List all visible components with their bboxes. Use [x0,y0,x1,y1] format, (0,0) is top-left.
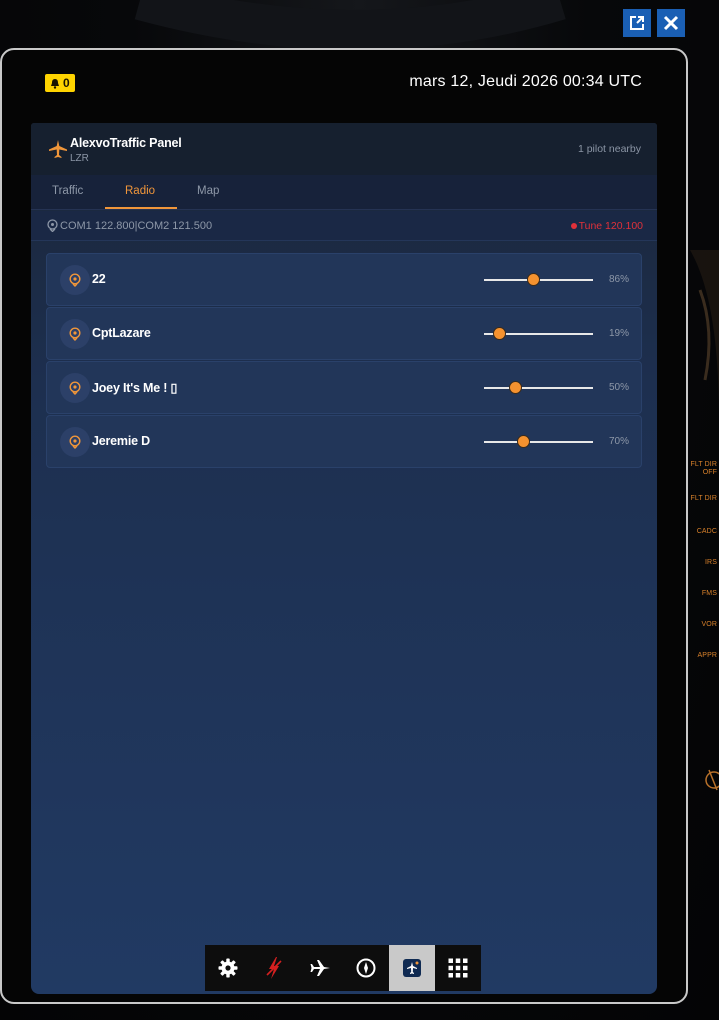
pilot-avatar [60,373,90,403]
cockpit-label-flt-dir: FLT DIR [690,495,717,502]
pilot-name: 22 [92,272,106,286]
com-frequencies: COM1 122.800|COM2 121.500 [60,220,213,232]
volume-percent: 86% [608,274,629,285]
cockpit-label-cadc: CADC [696,528,717,535]
notifications-count: 0 [63,76,70,90]
close-icon [663,15,679,31]
volume-slider-thumb[interactable] [526,273,540,286]
pilot-row: 22 86% [46,253,642,306]
traffic-panel: AlexvoTraffic Panel LZR 1 pilot nearby T… [31,123,657,994]
volume-slider-thumb[interactable] [516,435,530,448]
pilot-name: Jeremie D [92,434,150,448]
volume-percent: 50% [608,382,629,393]
active-tab-indicator [105,207,177,209]
pilot-row: Jeremie D 70% [46,415,642,468]
popout-button[interactable] [623,9,651,37]
apps-button[interactable] [435,945,481,991]
pilot-avatar [60,427,90,457]
settings-button[interactable] [205,945,251,991]
close-button[interactable] [657,9,685,37]
tab-map[interactable]: Map [197,185,219,197]
cockpit-label-vor: VOR [701,621,717,628]
efb-tablet: 0 mars 12, Jeudi 2026 00:34 UTC AlexvoTr… [0,48,688,1004]
tune-label: Tune 120.100 [578,220,643,232]
pilot-row: Joey It's Me ! ▯ 50% [46,361,642,414]
volume-slider-thumb[interactable] [492,327,506,340]
flight-button[interactable] [297,945,343,991]
pilot-avatar [60,265,90,295]
pilot-name: Joey It's Me ! ▯ [92,381,178,395]
pilot-pin-icon [69,381,81,395]
navigation-button[interactable] [343,945,389,991]
bell-icon [51,78,59,89]
location-pin-icon [47,219,58,232]
tab-radio[interactable]: Radio [125,185,155,197]
screen: FLT DIR OFF FLT DIR CADC IRS FMS VOR APPR… [0,0,719,1020]
pilots-nearby-count: 1 pilot nearby [577,143,641,155]
volume-slider[interactable] [484,273,593,286]
power-button[interactable] [251,945,297,991]
cockpit-label-irs: IRS [705,559,717,566]
traffic-panel-button[interactable] [389,945,435,991]
airplane-icon [49,140,67,158]
pilot-pin-icon [69,327,81,341]
traffic-panel-icon [403,959,421,977]
cockpit-label-appr: APPR [697,652,717,659]
com-frequency-bar: COM1 122.800|COM2 121.500 Tune 120.100 [31,211,657,241]
efb-toolbar [205,945,481,991]
notifications-badge[interactable]: 0 [45,74,75,92]
panel-subtitle: LZR [70,153,89,164]
volume-slider[interactable] [484,327,593,340]
cockpit-label-flt-dir-off: FLT DIR OFF [690,461,717,476]
datetime-display: mars 12, Jeudi 2026 00:34 UTC [409,73,642,90]
lightning-icon [266,957,282,979]
gear-icon [218,958,238,978]
pilot-pin-icon [69,435,81,449]
pilot-row: CptLazare 19% [46,307,642,360]
compass-icon [356,958,376,978]
panel-header: AlexvoTraffic Panel LZR 1 pilot nearby [31,123,657,175]
tune-status-dot [570,223,577,229]
external-link-icon [630,16,644,30]
pilot-pin-icon [69,273,81,287]
volume-slider[interactable] [484,381,593,394]
cockpit-label-fms: FMS [701,590,717,597]
pilot-avatar [60,319,90,349]
tab-traffic[interactable]: Traffic [52,185,83,197]
panel-title: AlexvoTraffic Panel [70,136,182,150]
tab-bar: Traffic Radio Map [31,175,657,210]
tune-button[interactable]: Tune 120.100 [570,220,643,232]
volume-slider[interactable] [484,435,593,448]
volume-percent: 19% [608,328,629,339]
volume-percent: 70% [608,436,629,447]
grid-icon [448,958,468,978]
airplane-icon [310,960,330,976]
pilot-name: CptLazare [92,326,151,340]
volume-slider-thumb[interactable] [509,381,523,394]
